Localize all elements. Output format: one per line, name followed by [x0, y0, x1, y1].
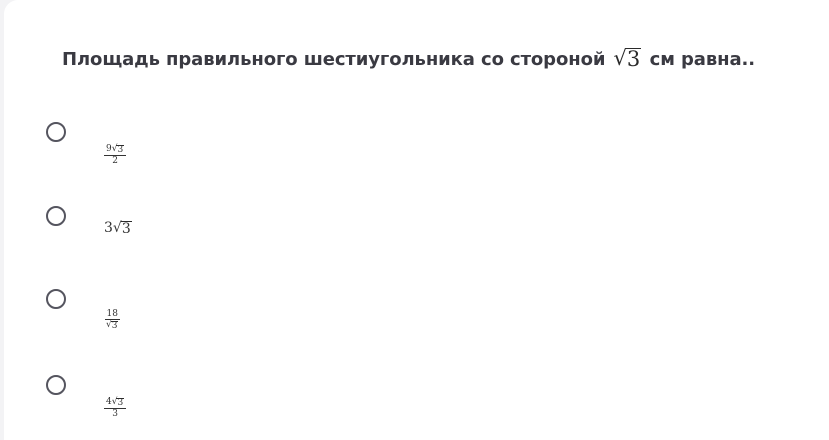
- question-math: √ 3: [613, 46, 642, 71]
- question-prefix: Площадь правильного шестиугольника со ст…: [62, 49, 606, 70]
- answer-option-2[interactable]: 3 √ 3: [46, 198, 366, 237]
- question-suffix: см равна..: [649, 49, 756, 70]
- question-text: Площадь правильного шестиугольника со ст…: [62, 46, 756, 71]
- question-radicand: 3: [625, 47, 642, 71]
- radio-button-3[interactable]: [46, 289, 66, 309]
- answer-option-4[interactable]: 4 √ 3 3: [46, 367, 366, 419]
- answer-option-1[interactable]: 9 √ 3 2: [46, 114, 366, 166]
- answer-math-2: 3 √ 3: [104, 220, 132, 237]
- radio-button-4[interactable]: [46, 375, 66, 395]
- answer-math-1: 9 √ 3 2: [104, 136, 127, 166]
- answer-math-4: 4 √ 3 3: [104, 389, 127, 419]
- radio-button-1[interactable]: [46, 122, 66, 142]
- quiz-card: Площадь правильного шестиугольника со ст…: [4, 0, 829, 440]
- radio-button-2[interactable]: [46, 206, 66, 226]
- answer-option-3[interactable]: 18 √ 3: [46, 281, 366, 331]
- answer-math-3: 18 √ 3: [104, 309, 120, 332]
